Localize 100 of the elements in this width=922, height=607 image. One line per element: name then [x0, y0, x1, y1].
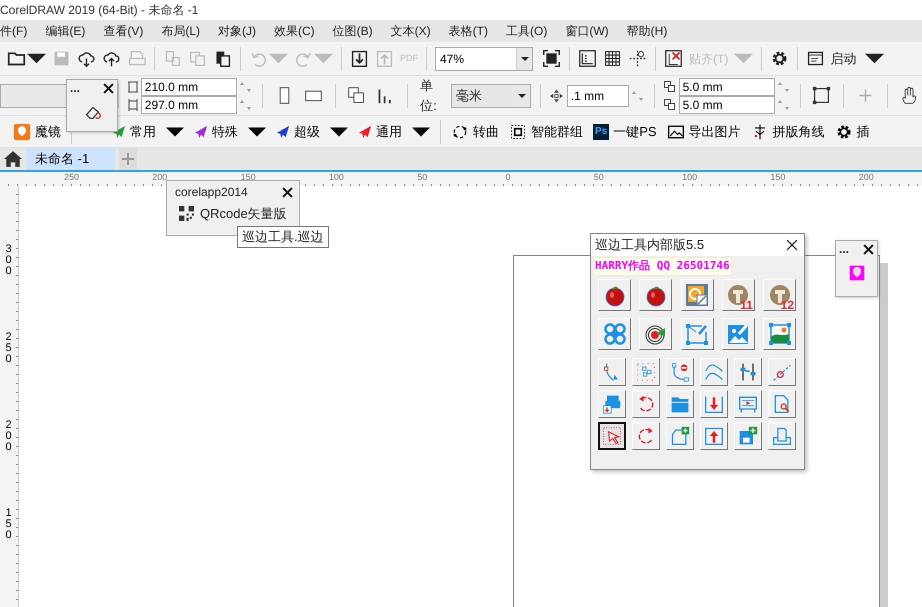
ruler-label: 100 — [682, 171, 698, 184]
file-search-button[interactable] — [768, 390, 796, 418]
tray-icon — [772, 426, 792, 446]
copy-properties-icon — [163, 49, 182, 68]
file-search-icon — [772, 394, 792, 414]
popup-title: corelapp2014 — [175, 184, 248, 201]
ruler-label: 100 — [328, 171, 344, 184]
frame-pen-button[interactable] — [680, 318, 714, 350]
menu-item[interactable]: 文本(X) — [382, 22, 440, 40]
duplicate-x-field[interactable]: 5.0 mm — [678, 78, 775, 96]
file-plus-icon — [670, 426, 690, 446]
printer-button[interactable] — [598, 390, 626, 418]
ruler-label: 250 — [3, 332, 14, 365]
sliders-button[interactable] — [734, 358, 762, 386]
menu-button[interactable]: 特殊 — [189, 122, 271, 142]
home-icon[interactable] — [4, 150, 22, 168]
down-arrow-button[interactable] — [700, 390, 728, 418]
height-icon — [128, 98, 138, 110]
ruler-label: 0 — [506, 171, 511, 184]
close-icon[interactable] — [863, 244, 874, 254]
window-title: CorelDRAW 2019 (64-Bit) - 未命名 -1 — [0, 0, 922, 20]
page-height-field[interactable]: 297.0 mm — [140, 96, 237, 114]
settings-icon — [770, 49, 790, 68]
menu-item[interactable]: 件(F) — [0, 22, 36, 40]
close-icon[interactable] — [103, 82, 114, 94]
ruler-label: 150 — [770, 171, 786, 184]
menu-button[interactable]: 超级 — [271, 122, 353, 142]
import-icon — [350, 49, 369, 68]
apple-button[interactable] — [598, 278, 631, 310]
menu-item[interactable]: 窗口(W) — [556, 22, 618, 40]
document-tab[interactable]: 未命名 -1 — [26, 148, 116, 170]
menu-button[interactable]: 通用 — [353, 122, 435, 142]
menu-item[interactable]: 效果(C) — [265, 22, 324, 40]
clover-icon — [602, 322, 626, 346]
down-arrow-icon — [704, 394, 724, 414]
apple-button[interactable] — [639, 278, 672, 310]
menu-item[interactable]: 工具(O) — [497, 22, 556, 40]
tool-button[interactable]: 插 — [830, 122, 875, 142]
menu-item[interactable]: 查看(V) — [94, 22, 152, 40]
plotter-button[interactable] — [734, 390, 762, 418]
plotter-icon — [738, 394, 758, 414]
tool-button[interactable]: 导出图片 — [662, 122, 746, 142]
cursor-button[interactable] — [598, 422, 626, 450]
tray-button[interactable] — [768, 422, 796, 450]
file-plus-button[interactable] — [666, 422, 694, 450]
cursor-icon — [602, 426, 622, 446]
image-pen-icon — [726, 322, 750, 346]
close-icon[interactable] — [786, 239, 798, 251]
up-arrow-button[interactable] — [700, 422, 728, 450]
menu-item[interactable]: 位图(B) — [324, 22, 382, 40]
ps-icon: Ps — [593, 124, 610, 140]
launch-dropdown[interactable]: 启动 — [803, 44, 888, 72]
tool-button[interactable]: 转曲 — [446, 122, 504, 142]
more-menu[interactable]: ... — [839, 240, 850, 258]
zoom-combo[interactable]: 47% — [435, 46, 533, 70]
wave-button[interactable] — [700, 358, 728, 386]
menu-item[interactable]: 布局(L) — [152, 22, 209, 40]
disk-plus-button[interactable] — [734, 422, 762, 450]
export-icon — [375, 49, 394, 68]
tool-button[interactable]: 魔镜 — [8, 122, 66, 142]
curve-node-button[interactable] — [598, 358, 626, 386]
clover-button[interactable] — [598, 318, 631, 350]
tool-button[interactable]: 智能群组 — [504, 122, 588, 142]
nudge-field[interactable]: .1 mm — [566, 84, 629, 106]
menu-item[interactable]: 帮助(H) — [618, 22, 676, 40]
ruler-label: 150 — [3, 508, 14, 541]
image-frame-button[interactable] — [763, 318, 796, 350]
page-width-field[interactable]: 210.0 mm — [140, 78, 237, 96]
qr-menu-item[interactable]: QRcode矢量版 — [167, 204, 299, 224]
more-menu[interactable]: ... — [70, 79, 80, 97]
unit-dropdown[interactable]: 毫米 — [451, 84, 531, 108]
line-node-button[interactable] — [768, 358, 796, 386]
ruler-label: 200 — [152, 171, 168, 184]
menu-item[interactable]: 对象(J) — [209, 22, 265, 40]
image-pen-button[interactable] — [722, 318, 755, 350]
close-icon[interactable] — [282, 186, 293, 198]
target-button[interactable] — [639, 318, 672, 350]
floppy-icon — [52, 49, 71, 68]
duplicate-y-field[interactable]: 5.0 mm — [678, 96, 775, 114]
grid-icon — [603, 49, 622, 68]
balloon-icon[interactable] — [846, 263, 866, 283]
tool-button[interactable]: 拼版角线 — [746, 122, 830, 142]
undo-button[interactable] — [632, 390, 660, 418]
tool-button[interactable]: Ps 一键PS — [588, 122, 662, 142]
redo-button[interactable] — [632, 422, 660, 450]
ruler-label: 50 — [417, 171, 428, 184]
menu-item[interactable]: 表格(T) — [440, 22, 497, 40]
ruler-label: 300 — [3, 244, 14, 277]
medal-button[interactable]: 12 — [763, 278, 796, 310]
menu-button[interactable]: 常用 — [107, 122, 189, 142]
menu-item[interactable]: 编辑(E) — [36, 22, 94, 40]
duplicate-icon — [664, 98, 676, 110]
author-banner: HARRY作品 QQ 26501746 — [593, 257, 732, 276]
rings-square-button[interactable] — [680, 278, 714, 310]
dots-button[interactable] — [632, 358, 660, 386]
node-minus-button[interactable] — [666, 358, 694, 386]
nudge-icon — [550, 88, 563, 104]
curve-icon — [451, 122, 469, 140]
medal-button[interactable]: 11 — [722, 278, 755, 310]
width-icon — [128, 80, 138, 92]
